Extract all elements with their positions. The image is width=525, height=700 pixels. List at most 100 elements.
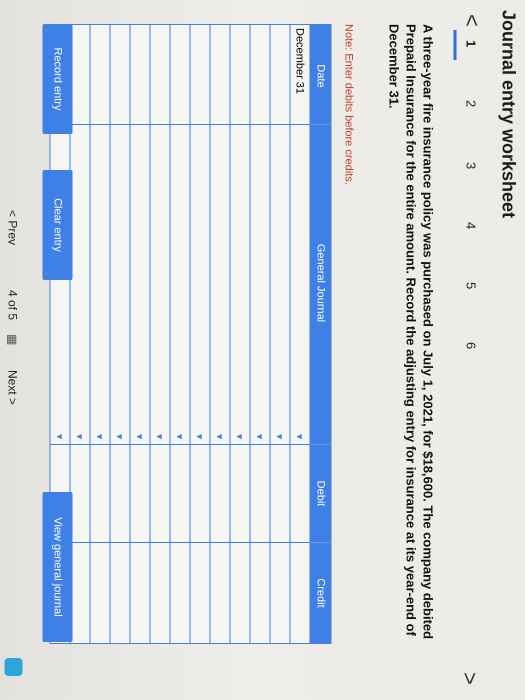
account-select[interactable]: ▼ [270, 125, 290, 445]
credit-input[interactable] [111, 543, 130, 643]
question-text: A three-year fire insurance policy was p… [386, 24, 436, 640]
credit-input[interactable] [151, 543, 170, 643]
table-row: ▼ [189, 25, 210, 643]
date-cell[interactable] [70, 25, 90, 125]
dropdown-arrow-icon[interactable]: ▼ [215, 432, 225, 441]
dropdown-arrow-icon[interactable]: ▼ [235, 432, 245, 441]
account-select[interactable]: ▼ [250, 125, 270, 445]
dropdown-arrow-icon[interactable]: ▼ [95, 432, 105, 441]
debit-input[interactable] [270, 445, 290, 543]
credit-input[interactable] [71, 543, 90, 643]
account-select[interactable]: ▼ [70, 125, 90, 445]
credit-input[interactable] [291, 543, 310, 643]
photo-background: Journal entry worksheet < > 1 2 3 4 5 6 … [0, 0, 525, 700]
tab-6[interactable]: 6 [464, 342, 479, 349]
prev-tab-chevron-icon[interactable]: < [459, 14, 485, 27]
prev-page-link[interactable]: < Prev [6, 210, 20, 245]
dropdown-arrow-icon[interactable]: ▼ [155, 432, 165, 441]
credit-input[interactable] [91, 543, 110, 643]
page-position: 4 of 5 [5, 290, 20, 321]
page-title: Journal entry worksheet [498, 10, 519, 219]
tab-3[interactable]: 3 [464, 162, 479, 169]
date-cell[interactable] [150, 25, 170, 125]
credit-input[interactable] [271, 543, 290, 643]
credit-input[interactable] [231, 543, 250, 643]
debit-input[interactable] [130, 445, 150, 543]
dropdown-arrow-icon[interactable]: ▼ [75, 432, 85, 441]
date-cell[interactable] [270, 25, 290, 125]
table-row: ▼ [229, 25, 250, 643]
journal-table: Date General Journal Debit Credit Decemb… [49, 24, 332, 644]
grid-menu-icon[interactable]: ▦ [6, 334, 20, 345]
date-cell[interactable] [130, 25, 150, 125]
dropdown-arrow-icon[interactable]: ▼ [195, 432, 205, 441]
date-cell[interactable] [170, 25, 190, 125]
dropdown-arrow-icon[interactable]: ▼ [55, 432, 65, 441]
date-cell[interactable] [110, 25, 130, 125]
credit-input[interactable] [131, 543, 150, 643]
account-select[interactable]: ▼ [170, 125, 190, 445]
next-page-link[interactable]: Next > [6, 370, 20, 405]
dropdown-arrow-icon[interactable]: ▼ [255, 432, 265, 441]
header-general-journal: General Journal [310, 125, 331, 445]
dropdown-arrow-icon[interactable]: ▼ [175, 432, 185, 441]
debit-input[interactable] [70, 445, 90, 543]
clear-entry-button[interactable]: Clear entry [42, 170, 73, 280]
account-select[interactable]: ▼ [130, 125, 150, 445]
table-row: ▼ [269, 25, 290, 643]
tab-4[interactable]: 4 [464, 222, 479, 229]
debit-input[interactable] [210, 445, 230, 543]
dropdown-arrow-icon[interactable]: ▼ [135, 432, 145, 441]
debit-input[interactable] [250, 445, 270, 543]
header-debit: Debit [310, 445, 331, 543]
debit-input[interactable] [190, 445, 210, 543]
credit-input[interactable] [171, 543, 190, 643]
table-row: ▼ [149, 25, 170, 643]
account-select[interactable]: ▼ [290, 125, 310, 445]
credit-input[interactable] [251, 543, 270, 643]
dropdown-arrow-icon[interactable]: ▼ [275, 432, 285, 441]
tab-1[interactable]: 1 [464, 40, 479, 47]
date-cell[interactable] [190, 25, 210, 125]
account-select[interactable]: ▼ [90, 125, 110, 445]
dropdown-arrow-icon[interactable]: ▼ [115, 432, 125, 441]
debit-input[interactable] [290, 445, 310, 543]
table-row: ▼ [209, 25, 230, 643]
tab-2[interactable]: 2 [464, 100, 479, 107]
note-text: Note: Enter debits before credits. [342, 24, 355, 185]
date-cell[interactable] [250, 25, 270, 125]
debit-input[interactable] [90, 445, 110, 543]
record-entry-button[interactable]: Record entry [42, 24, 73, 134]
debit-input[interactable] [230, 445, 250, 543]
tab-5[interactable]: 5 [464, 282, 479, 289]
account-select[interactable]: ▼ [110, 125, 130, 445]
date-cell[interactable] [210, 25, 230, 125]
dropdown-arrow-icon[interactable]: ▼ [295, 432, 305, 441]
worksheet-screen: Journal entry worksheet < > 1 2 3 4 5 6 … [0, 0, 525, 700]
credit-input[interactable] [211, 543, 230, 643]
account-select[interactable]: ▼ [210, 125, 230, 445]
table-row: ▼ [109, 25, 130, 643]
date-cell[interactable] [230, 25, 250, 125]
table-row: ▼ [129, 25, 150, 643]
account-select[interactable]: ▼ [190, 125, 210, 445]
table-row: ▼ [89, 25, 110, 643]
active-tab-indicator [453, 30, 457, 60]
table-header-row: Date General Journal Debit Credit [309, 25, 331, 643]
date-cell[interactable]: December 31 [290, 25, 310, 125]
credit-input[interactable] [191, 543, 210, 643]
taskbar-tray [2, 658, 27, 698]
table-row: ▼ [69, 25, 90, 643]
next-tab-chevron-icon[interactable]: > [457, 672, 483, 685]
date-cell[interactable] [90, 25, 110, 125]
account-select[interactable]: ▼ [230, 125, 250, 445]
table-row: ▼ [169, 25, 190, 643]
view-general-journal-button[interactable]: View general journal [42, 492, 73, 642]
table-row: December 31 ▼ [289, 25, 310, 643]
header-credit: Credit [314, 578, 327, 608]
debit-input[interactable] [170, 445, 190, 543]
account-select[interactable]: ▼ [150, 125, 170, 445]
debit-input[interactable] [110, 445, 130, 543]
debit-input[interactable] [150, 445, 170, 543]
app-icon[interactable] [5, 658, 23, 676]
